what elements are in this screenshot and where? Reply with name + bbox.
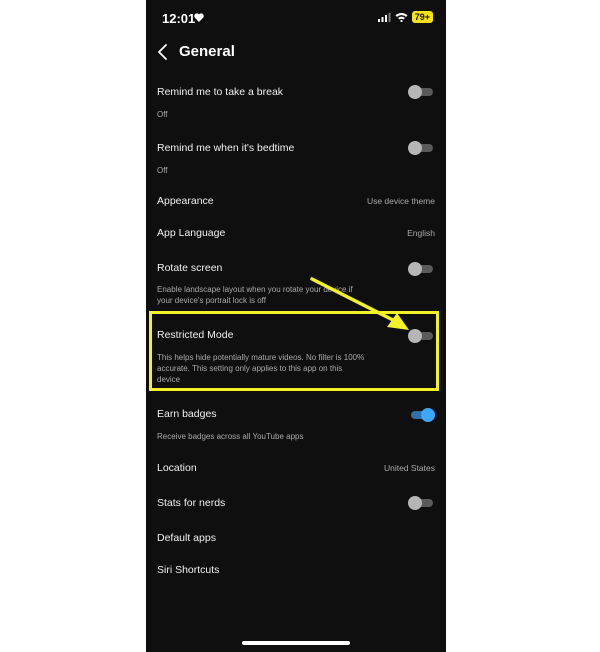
setting-sub-line2: your device's portrait lock is off [157,296,266,305]
setting-value: English [407,228,435,238]
setting-label: Remind me to take a break [157,86,284,98]
setting-bedtime-reminder[interactable]: Remind me when it's bedtime Off [157,141,435,181]
setting-stats-for-nerds[interactable]: Stats for nerds [157,496,435,512]
setting-label: App Language [157,227,226,239]
setting-rotate-screen[interactable]: Rotate screen Enable landscape layout wh… [157,262,435,308]
setting-label: Appearance [157,195,214,207]
battery-icon: 79+ [411,11,433,23]
header: General [146,36,446,68]
setting-label: Location [157,462,197,474]
setting-appearance[interactable]: Appearance Use device theme [157,195,435,211]
setting-label: Siri Shortcuts [157,564,220,576]
back-chevron-icon[interactable] [155,42,171,62]
setting-label: Default apps [157,532,216,544]
setting-app-language[interactable]: App Language English [157,227,435,243]
setting-break-reminder[interactable]: Remind me to take a break Off [157,85,435,125]
status-bar: 12:01 79+ [146,0,446,36]
setting-label: Rotate screen [157,262,223,274]
status-time: 12:01 [162,11,196,26]
setting-sub: Receive badges across all YouTube apps [157,432,304,441]
setting-label: Earn badges [157,408,217,420]
heart-icon [194,13,204,22]
phone-screen: 12:01 79+ General Remind me to take a br… [146,0,446,652]
setting-sub: Off [157,166,168,175]
setting-earn-badges[interactable]: Earn badges Receive badges across all Yo… [157,408,435,442]
setting-value: United States [383,463,435,473]
setting-sub: Off [157,110,168,119]
setting-label: Stats for nerds [157,497,226,509]
earn-badges-toggle[interactable] [408,408,435,422]
home-indicator [242,641,350,645]
setting-siri-shortcuts[interactable]: Siri Shortcuts [157,564,435,580]
setting-sub-line2: accurate. This setting only applies to t… [157,364,343,373]
status-icons: 79+ [374,11,433,23]
break-reminder-toggle[interactable] [408,85,435,99]
rotate-screen-toggle[interactable] [408,262,435,276]
page-title: General [179,43,235,60]
restricted-mode-toggle[interactable] [408,329,435,343]
setting-label: Remind me when it's bedtime [157,142,295,154]
setting-restricted-mode[interactable]: Restricted Mode This helps hide potentia… [157,329,435,387]
setting-sub-line1: This helps hide potentially mature video… [157,353,365,362]
setting-label: Restricted Mode [157,329,234,341]
signal-icon [377,12,391,22]
setting-sub-line1: Enable landscape layout when you rotate … [157,285,353,294]
setting-location[interactable]: Location United States [157,462,435,478]
setting-default-apps[interactable]: Default apps [157,532,435,548]
setting-sub-line3: device [157,375,181,384]
wifi-icon [395,13,408,22]
stats-for-nerds-toggle[interactable] [408,496,435,510]
setting-value: Use device theme [366,196,435,206]
bedtime-reminder-toggle[interactable] [408,141,435,155]
